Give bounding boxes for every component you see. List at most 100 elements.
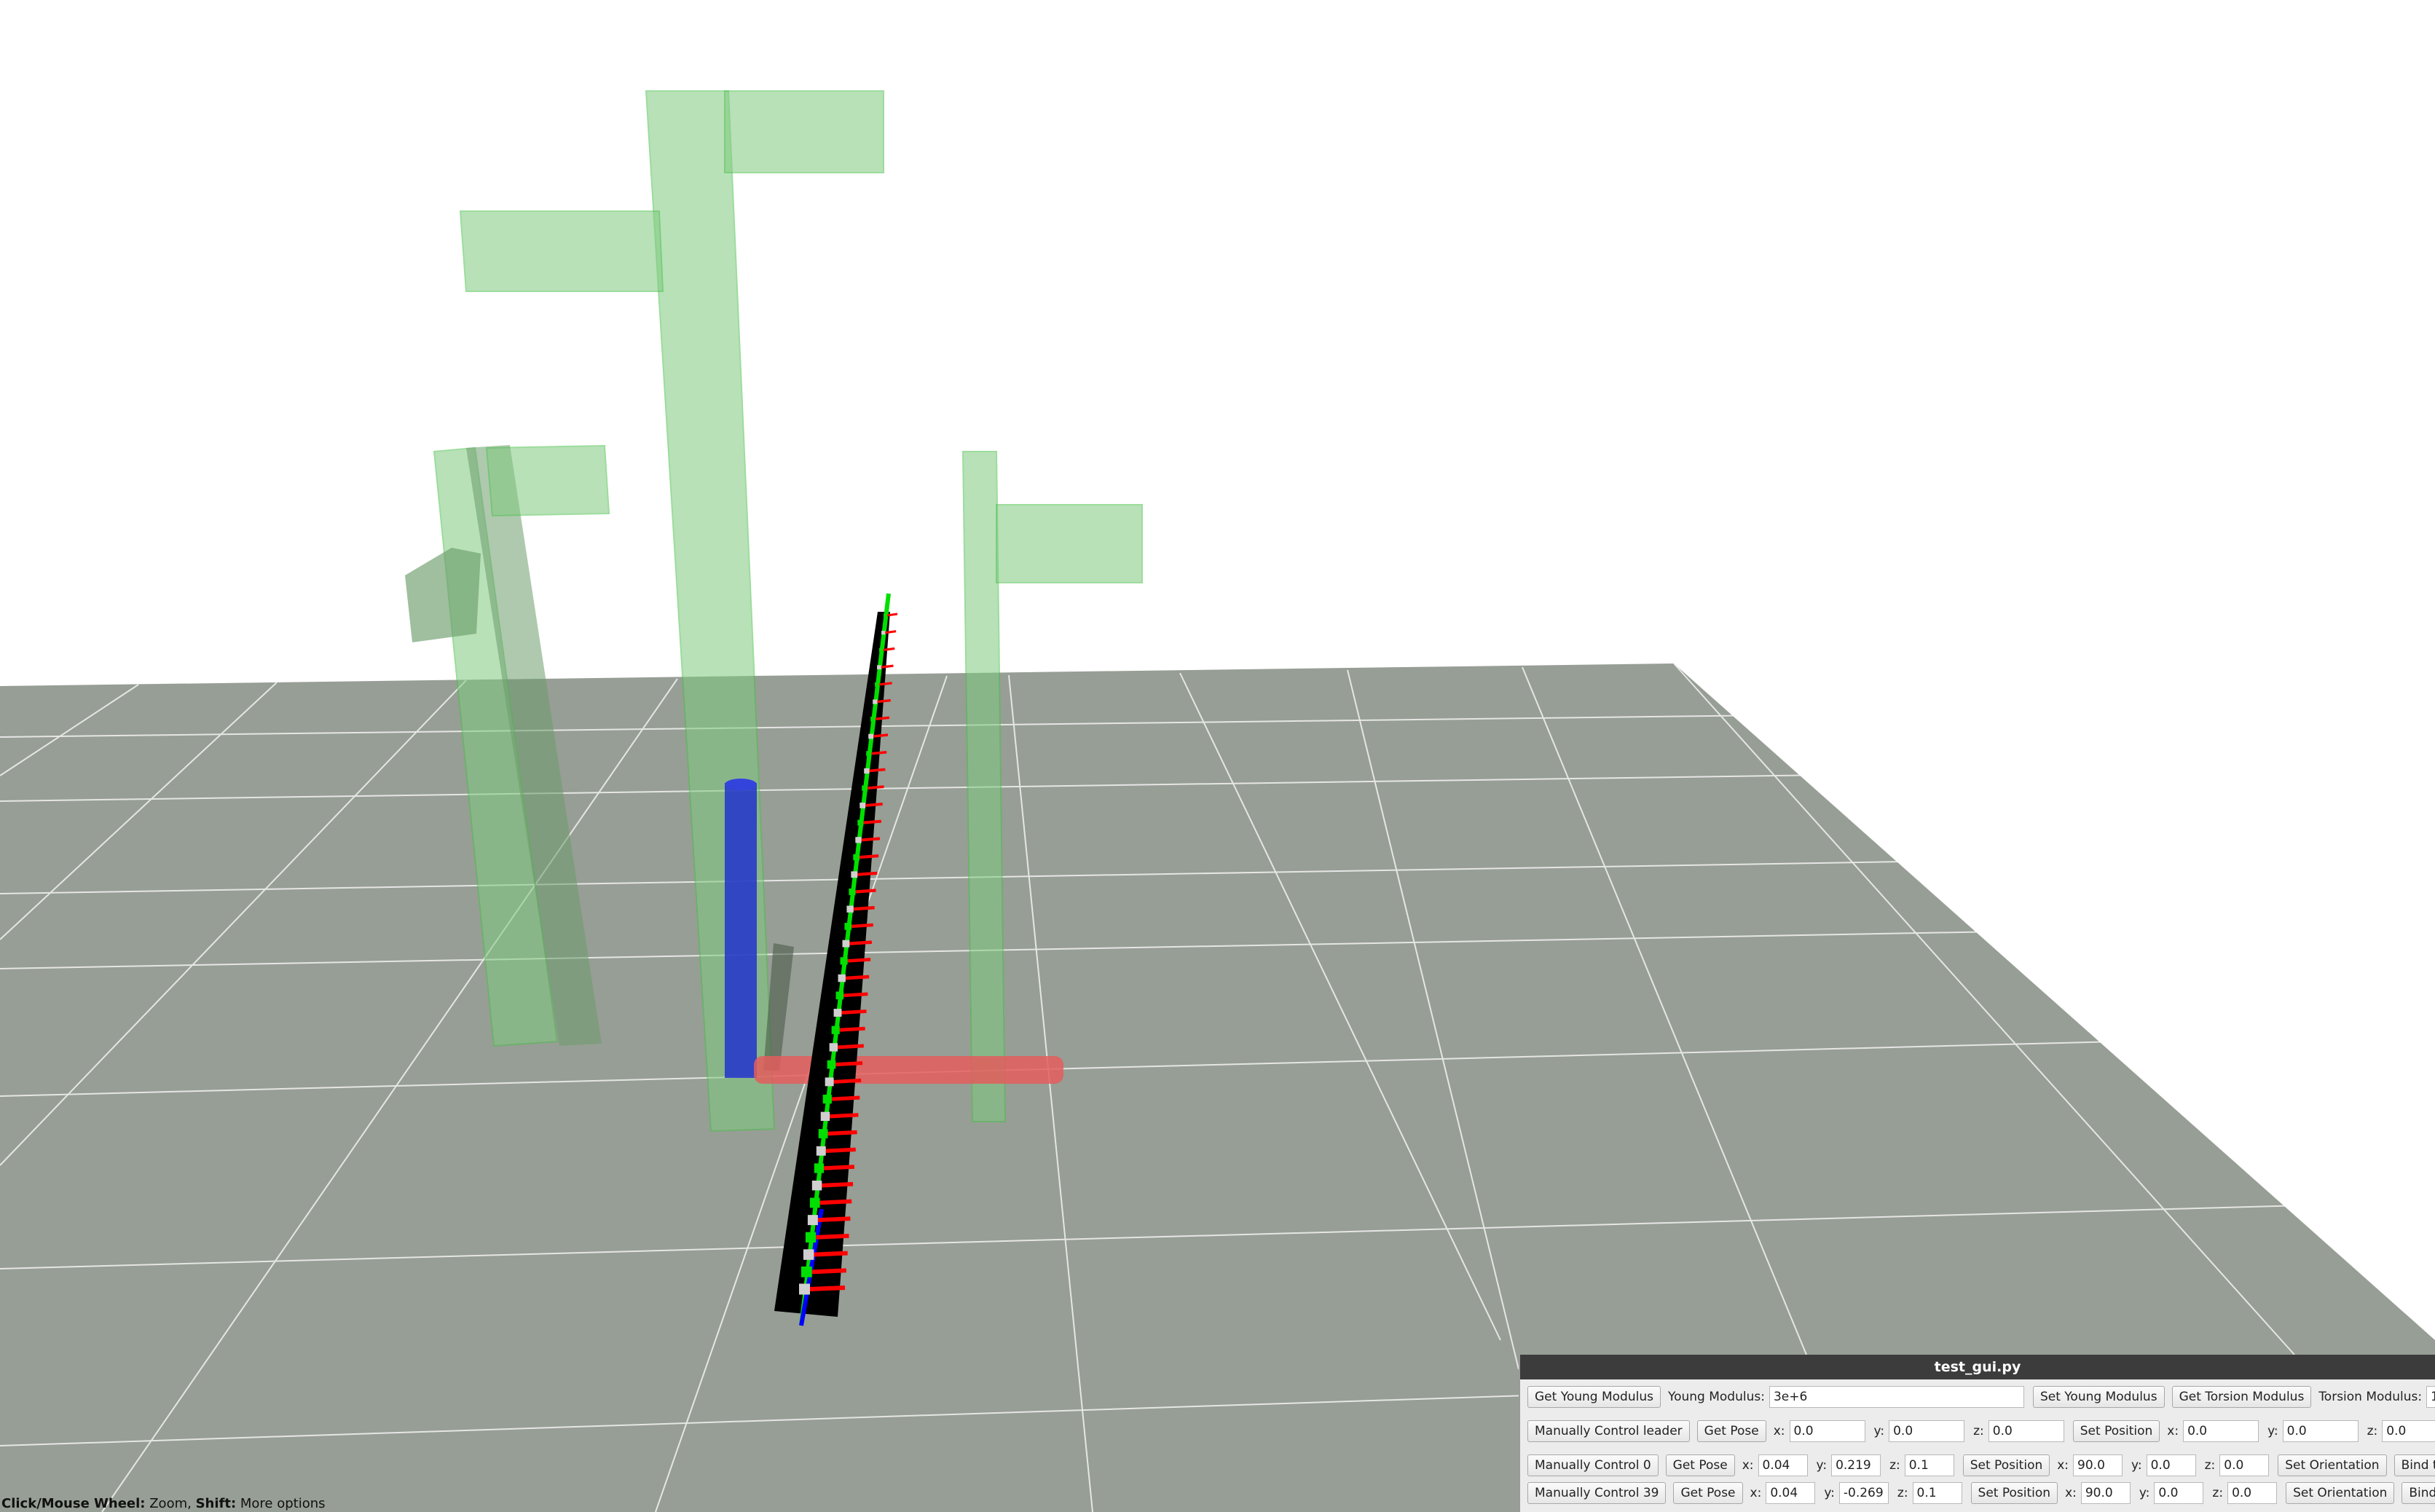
- x-orientation-input[interactable]: 90.0: [2080, 1482, 2131, 1504]
- set-young-modulus-button[interactable]: Set Young Modulus: [2032, 1386, 2165, 1408]
- frame-node: [838, 974, 846, 983]
- frame-node: [857, 819, 864, 826]
- frame-node: [873, 699, 878, 704]
- manually-control-0-button[interactable]: Manually Control 0: [1527, 1454, 1659, 1476]
- 3d-viewport[interactable]: [0, 0, 2435, 1512]
- young-modulus-label: Young Modulus:: [1667, 1390, 1765, 1404]
- set-position-button[interactable]: Set Position: [1970, 1482, 2058, 1504]
- y-orientation-label: y:: [2139, 1486, 2150, 1500]
- get-pose-button[interactable]: Get Pose: [1673, 1482, 1743, 1504]
- bind-to-leader-button[interactable]: Bind to Leader: [2393, 1454, 2435, 1476]
- frame-x-axis: [863, 819, 882, 824]
- frame-node: [822, 1095, 832, 1104]
- frame-x-axis: [841, 1009, 867, 1015]
- set-position-button[interactable]: Set Position: [2072, 1420, 2160, 1442]
- set-orientation-button[interactable]: Set Orientation: [2286, 1482, 2395, 1504]
- frame-x-axis: [877, 698, 891, 704]
- frame-node: [875, 682, 880, 687]
- x-position-input[interactable]: 0.0: [1789, 1420, 1865, 1442]
- frame-node: [799, 1283, 810, 1295]
- frame-node: [864, 768, 870, 774]
- control-panel-window: test_gui.py Get Young Modulus Young Modu…: [1519, 1355, 2435, 1512]
- get-pose-button[interactable]: Get Pose: [1665, 1454, 1735, 1476]
- frame-node: [814, 1163, 825, 1173]
- frame-x-axis: [816, 1233, 849, 1240]
- frame-x-axis: [878, 682, 892, 686]
- y-label: y:: [1824, 1486, 1835, 1500]
- set-position-button[interactable]: Set Position: [1962, 1454, 2050, 1476]
- frame-x-axis: [853, 906, 875, 911]
- x-orientation-input[interactable]: 90.0: [2073, 1454, 2123, 1476]
- frame-x-axis: [869, 768, 886, 773]
- frame-x-axis: [851, 923, 873, 929]
- bind-to-leader-button[interactable]: Bind to Leader: [2401, 1482, 2435, 1504]
- frame-x-axis: [849, 940, 873, 945]
- frame-x-axis: [822, 1181, 854, 1188]
- y-position-input[interactable]: -0.269: [1838, 1482, 1889, 1504]
- torsion-modulus-input[interactable]: 1e+8: [2426, 1386, 2435, 1408]
- z-orientation-label: z:: [2212, 1486, 2224, 1500]
- frame-x-axis: [819, 1199, 852, 1205]
- frame-node: [811, 1180, 822, 1191]
- y-orientation-input[interactable]: 0.0: [2282, 1420, 2359, 1442]
- z-orientation-label: z:: [2204, 1458, 2216, 1473]
- frame-x-axis: [861, 837, 881, 842]
- frame-x-axis: [867, 785, 884, 790]
- frame-node: [833, 1009, 842, 1017]
- frame-x-axis: [837, 1044, 864, 1050]
- frame-x-axis: [886, 613, 898, 617]
- y-orientation-label: y:: [2267, 1424, 2278, 1438]
- window-title: test_gui.py: [1520, 1355, 2435, 1379]
- get-pose-button[interactable]: Get Pose: [1696, 1420, 1766, 1442]
- z-label: z:: [1889, 1458, 1900, 1473]
- get-young-modulus-button[interactable]: Get Young Modulus: [1527, 1386, 1661, 1408]
- frame-x-axis: [865, 802, 883, 807]
- x-label: x:: [1750, 1486, 1762, 1500]
- x-label: x:: [1773, 1424, 1785, 1438]
- frame-node: [881, 631, 886, 635]
- z-label: z:: [1973, 1424, 1984, 1438]
- frame-x-axis: [831, 1095, 860, 1101]
- frame-x-axis: [809, 1285, 846, 1291]
- y-orientation-input[interactable]: 0.0: [2146, 1454, 2196, 1476]
- frame-node: [855, 837, 862, 843]
- frame-node: [851, 871, 858, 878]
- young-modulus-input[interactable]: 3e+6: [1769, 1386, 2024, 1408]
- x-orientation-input[interactable]: 0.0: [2183, 1420, 2259, 1442]
- frame-node: [805, 1232, 817, 1243]
- manually-control-39-button[interactable]: Manually Control 39: [1527, 1482, 1667, 1504]
- y-orientation-input[interactable]: 0.0: [2154, 1482, 2204, 1504]
- frame-node: [877, 665, 881, 670]
- frame-node: [868, 733, 873, 739]
- frame-x-axis: [855, 889, 876, 894]
- frame-node: [835, 991, 844, 1000]
- frame-x-axis: [873, 733, 889, 738]
- frame-x-axis: [814, 1251, 848, 1257]
- frame-node: [846, 905, 854, 913]
- red-cylinder: [754, 1056, 1063, 1084]
- z-orientation-input[interactable]: 0.0: [2219, 1454, 2270, 1476]
- z-orientation-input[interactable]: 0.0: [2227, 1482, 2278, 1504]
- manually-control-leader-button[interactable]: Manually Control leader: [1527, 1420, 1690, 1442]
- z-position-input[interactable]: 0.1: [1904, 1454, 1954, 1476]
- z-orientation-input[interactable]: 0.0: [2382, 1420, 2435, 1442]
- frame-node: [870, 717, 876, 722]
- y-position-input[interactable]: 0.219: [1831, 1454, 1881, 1476]
- frame-node: [831, 1025, 840, 1034]
- modulus-row: Get Young Modulus Young Modulus: 3e+6 Se…: [1527, 1384, 2435, 1410]
- x-orientation-label: x:: [2167, 1424, 2179, 1438]
- y-position-input[interactable]: 0.0: [1889, 1420, 1965, 1442]
- control-39-row: Manually Control 39 Get Pose x: 0.04 y: …: [1527, 1480, 2435, 1506]
- z-position-input[interactable]: 0.1: [1912, 1482, 1962, 1504]
- frame-x-axis: [811, 1268, 846, 1275]
- set-orientation-button[interactable]: Set Orientation: [2278, 1454, 2387, 1476]
- y-orientation-label: y:: [2131, 1458, 2142, 1473]
- x-position-input[interactable]: 0.04: [1758, 1454, 1808, 1476]
- frame-node: [844, 923, 852, 930]
- frame-node: [879, 647, 884, 653]
- get-torsion-modulus-button[interactable]: Get Torsion Modulus: [2171, 1386, 2312, 1408]
- x-position-input[interactable]: 0.04: [1766, 1482, 1816, 1504]
- frame-node: [820, 1111, 830, 1122]
- z-position-input[interactable]: 0.0: [1988, 1420, 2064, 1442]
- frame-x-axis: [823, 1165, 855, 1170]
